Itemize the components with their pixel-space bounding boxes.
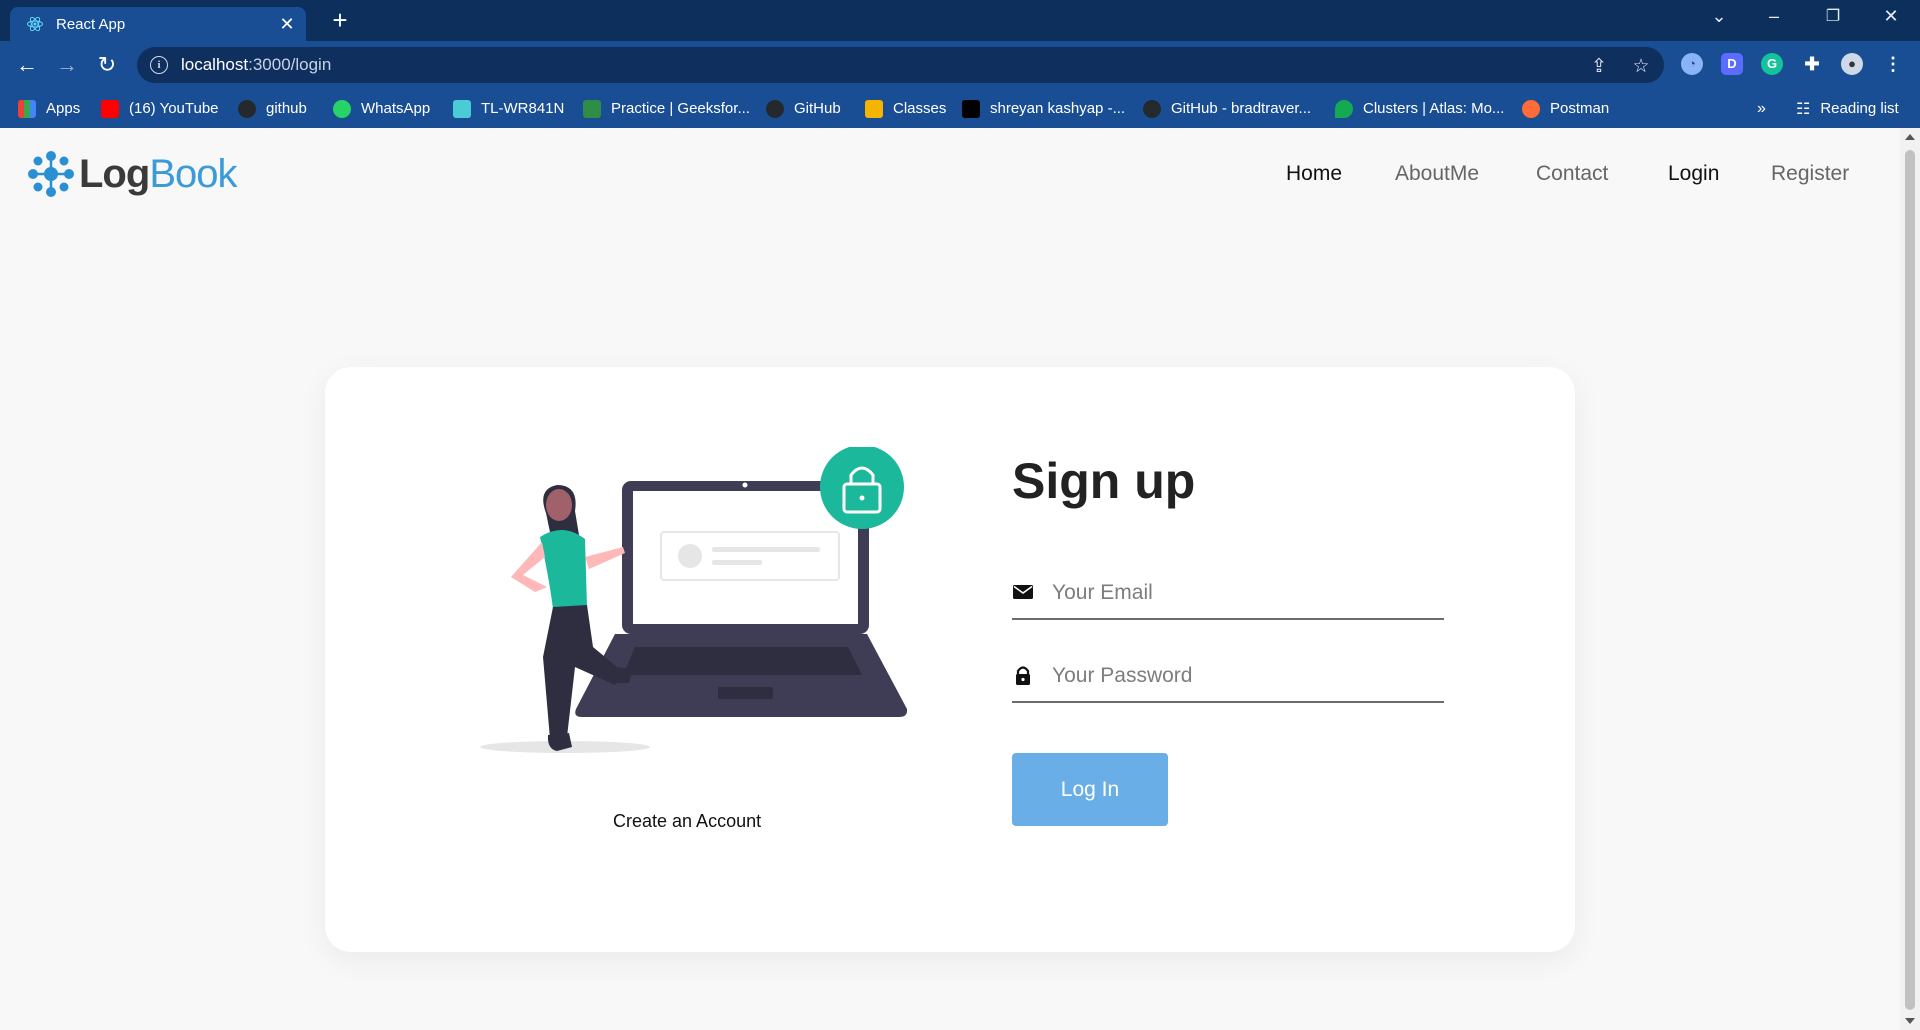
grammarly-icon[interactable]: G bbox=[1761, 53, 1783, 75]
bookmark-apps[interactable]: Apps bbox=[18, 89, 80, 128]
password-field-wrapper bbox=[1012, 647, 1444, 703]
tab-strip: React App ✕ + ⌄ – ❐ ✕ bbox=[0, 0, 1920, 41]
reading-list-label: Reading list bbox=[1820, 100, 1899, 117]
bookmark-github-2[interactable]: GitHub bbox=[766, 89, 841, 128]
login-button[interactable]: Log In bbox=[1012, 753, 1168, 826]
tab-search-icon[interactable]: ⌄ bbox=[1699, 6, 1739, 27]
site-info-icon[interactable]: i bbox=[150, 56, 168, 74]
more-bookmarks-button[interactable]: » bbox=[1757, 89, 1766, 128]
reload-button[interactable]: ↻ bbox=[92, 51, 122, 79]
extension-d-icon[interactable]: D bbox=[1721, 53, 1743, 75]
logo-network-icon bbox=[28, 151, 74, 197]
github-icon bbox=[1143, 99, 1161, 118]
restore-button[interactable]: ❐ bbox=[1813, 6, 1853, 26]
bookmark-github-1[interactable]: github bbox=[238, 89, 307, 128]
reading-list-button[interactable]: ☷ Reading list bbox=[1796, 89, 1899, 128]
mongodb-leaf-icon bbox=[1335, 99, 1353, 118]
extension-icon[interactable]: ◔ bbox=[1681, 53, 1703, 75]
browser-tab[interactable]: React App ✕ bbox=[10, 7, 306, 41]
close-tab-icon[interactable]: ✕ bbox=[274, 14, 300, 35]
bookmark-hackerrank[interactable]: shreyan kashyap -... bbox=[962, 89, 1125, 128]
nav-contact[interactable]: Contact bbox=[1536, 162, 1608, 186]
browser-menu-icon[interactable]: ⋮ bbox=[1882, 53, 1904, 75]
logo[interactable]: LogBook bbox=[27, 150, 237, 198]
bookmark-label: GitHub bbox=[794, 100, 841, 117]
scroll-up-arrow-icon[interactable] bbox=[1905, 134, 1915, 140]
bookmark-label: Clusters | Atlas: Mo... bbox=[1363, 100, 1505, 117]
bookmark-label: Apps bbox=[46, 100, 81, 117]
bookmark-label: shreyan kashyap -... bbox=[990, 100, 1126, 117]
email-input[interactable] bbox=[1050, 576, 1434, 610]
whatsapp-icon bbox=[333, 99, 351, 118]
bookmark-postman[interactable]: Postman bbox=[1522, 89, 1609, 128]
logo-text-log: Log bbox=[79, 151, 150, 196]
bookmark-tplink[interactable]: TL-WR841N bbox=[453, 89, 564, 128]
share-icon[interactable]: ⇪ bbox=[1587, 55, 1611, 78]
login-illustration bbox=[480, 447, 908, 753]
page-viewport: LogBook Home AboutMe Contact Login Regis… bbox=[0, 128, 1900, 1030]
bookmark-geeksforgeeks[interactable]: Practice | Geeksfor... bbox=[583, 89, 750, 128]
email-field-wrapper bbox=[1012, 564, 1444, 620]
apps-grid-icon bbox=[18, 99, 36, 118]
bookmark-youtube[interactable]: (16) YouTube bbox=[101, 89, 219, 128]
bookmark-label: github bbox=[266, 100, 307, 117]
password-input[interactable] bbox=[1050, 659, 1434, 693]
url-host: localhost bbox=[181, 55, 249, 74]
extensions-puzzle-icon[interactable]: ✚ bbox=[1801, 53, 1823, 75]
new-tab-button[interactable]: + bbox=[325, 5, 355, 36]
bookmark-label: WhatsApp bbox=[361, 100, 431, 117]
react-logo-icon bbox=[27, 16, 43, 32]
nav-register[interactable]: Register bbox=[1771, 162, 1849, 186]
bookmark-label: Classes bbox=[893, 100, 947, 117]
nav-login[interactable]: Login bbox=[1668, 162, 1719, 186]
scrollbar-thumb[interactable] bbox=[1905, 150, 1915, 1010]
bookmark-whatsapp[interactable]: WhatsApp bbox=[333, 89, 430, 128]
create-account-link[interactable]: Create an Account bbox=[613, 811, 761, 832]
minimize-button[interactable]: – bbox=[1754, 6, 1794, 27]
browser-toolbar: ← → ↻ i localhost:3000/login ⇪ ☆ ◔ D G ✚… bbox=[0, 41, 1920, 89]
profile-avatar[interactable]: ● bbox=[1841, 53, 1863, 75]
back-button[interactable]: ← bbox=[12, 51, 42, 79]
address-bar[interactable]: i localhost:3000/login ⇪ ☆ bbox=[137, 47, 1664, 83]
geeksforgeeks-icon bbox=[583, 99, 601, 118]
github-icon bbox=[238, 99, 256, 118]
lock-icon bbox=[1016, 666, 1030, 685]
postman-icon bbox=[1522, 99, 1540, 118]
window-close-button[interactable]: ✕ bbox=[1871, 6, 1911, 27]
reading-list-icon: ☷ bbox=[1796, 100, 1811, 118]
form-title: Sign up bbox=[1012, 453, 1196, 509]
envelope-icon bbox=[1013, 585, 1033, 599]
page-scrollbar[interactable] bbox=[1900, 128, 1920, 1030]
tab-title: React App bbox=[56, 15, 126, 33]
youtube-icon bbox=[101, 99, 119, 118]
bookmarks-bar: Apps (16) YouTube github WhatsApp TL-WR8… bbox=[0, 89, 1920, 128]
hackerrank-icon bbox=[962, 99, 980, 118]
bookmark-github-3[interactable]: GitHub - bradtraver... bbox=[1143, 89, 1311, 128]
tplink-icon bbox=[453, 99, 471, 118]
bookmark-label: GitHub - bradtraver... bbox=[1171, 100, 1312, 117]
bookmark-mongodb[interactable]: Clusters | Atlas: Mo... bbox=[1335, 89, 1504, 128]
bookmark-classes[interactable]: Classes bbox=[865, 89, 946, 128]
logo-text: LogBook bbox=[79, 151, 237, 197]
bookmark-label: (16) YouTube bbox=[129, 100, 219, 117]
classroom-icon bbox=[865, 99, 883, 118]
url-path: :3000/login bbox=[248, 55, 332, 74]
forward-button[interactable]: → bbox=[52, 51, 82, 79]
nav-aboutme[interactable]: AboutMe bbox=[1395, 162, 1479, 186]
logo-text-book: Book bbox=[149, 151, 237, 196]
bookmark-label: Postman bbox=[1550, 100, 1610, 117]
bookmark-label: TL-WR841N bbox=[481, 100, 565, 117]
bookmark-star-icon[interactable]: ☆ bbox=[1629, 55, 1653, 78]
github-icon bbox=[766, 99, 784, 118]
login-card: Create an Account Sign up Log In bbox=[325, 367, 1575, 952]
scroll-down-arrow-icon[interactable] bbox=[1905, 1018, 1915, 1024]
nav-home[interactable]: Home bbox=[1286, 162, 1342, 186]
bookmark-label: Practice | Geeksfor... bbox=[611, 100, 750, 117]
